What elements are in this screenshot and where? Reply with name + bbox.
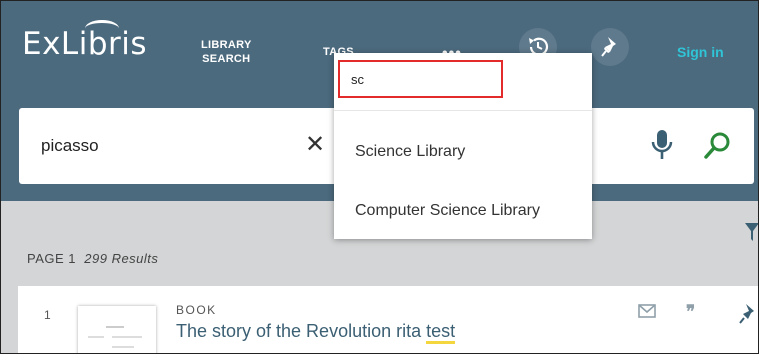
- page-prefix: PAGE: [27, 251, 65, 266]
- result-title-link[interactable]: The story of the Revolution rita test: [176, 321, 456, 344]
- search-icon[interactable]: [703, 130, 733, 160]
- app-frame: ExLibris LIBRARY SEARCH TAGS ••• Sign in: [0, 0, 759, 354]
- clear-search-icon[interactable]: ✕: [305, 130, 325, 159]
- result-type: BOOK: [176, 303, 217, 317]
- sign-in-link[interactable]: Sign in: [677, 44, 724, 60]
- logo-arc: [85, 20, 119, 37]
- quote-icon[interactable]: ❞: [686, 302, 695, 322]
- dropdown-divider: [334, 110, 592, 111]
- results-count: 299 Results: [84, 251, 159, 266]
- thumb-line: [112, 336, 142, 338]
- result-index: 1: [44, 308, 51, 322]
- nav-library-search[interactable]: LIBRARY SEARCH: [201, 38, 252, 66]
- scope-dropdown: Science Library Computer Science Library: [334, 53, 592, 239]
- result-item[interactable]: 1 BOOK The story of the Revolution rita …: [18, 286, 758, 353]
- pinned-items-button[interactable]: [591, 28, 629, 66]
- thumb-line: [106, 326, 124, 328]
- pin-icon: [601, 37, 616, 57]
- page-number: 1: [68, 251, 77, 266]
- result-thumbnail[interactable]: [78, 306, 156, 353]
- nav-library-search-line2: SEARCH: [202, 53, 251, 65]
- thumb-line: [88, 336, 104, 338]
- nav-library-search-line1: LIBRARY: [201, 39, 252, 51]
- scope-option-science-library[interactable]: Science Library: [355, 143, 465, 161]
- filter-icon[interactable]: [745, 223, 759, 243]
- search-input[interactable]: [41, 136, 301, 156]
- microphone-icon[interactable]: [651, 128, 673, 162]
- result-title-highlight: test: [426, 321, 456, 344]
- scope-filter-input[interactable]: [338, 60, 503, 98]
- result-title-text: The story of the Revolution rita: [176, 321, 427, 341]
- scope-option-computer-science-library[interactable]: Computer Science Library: [355, 202, 540, 220]
- thumb-line: [112, 346, 134, 348]
- pin-icon[interactable]: [737, 303, 757, 325]
- results-page-info: PAGE 1 299 Results: [27, 251, 158, 266]
- envelope-icon[interactable]: [638, 304, 656, 318]
